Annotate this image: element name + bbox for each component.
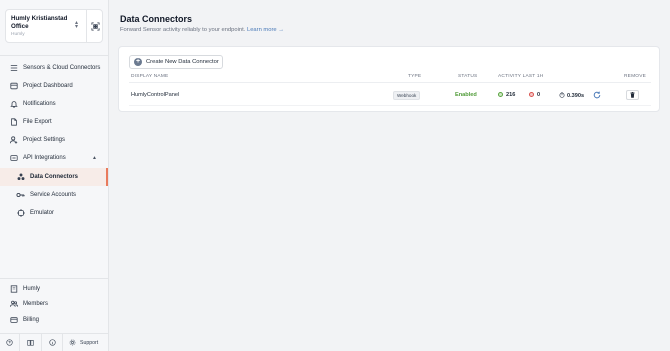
remove-button[interactable] xyxy=(626,90,639,100)
page-subtitle: Forward Sensor activity reliably to your… xyxy=(120,27,284,33)
sidebar-item-label: Emulator xyxy=(30,210,55,216)
sidebar-item-emulator[interactable]: Emulator xyxy=(0,204,108,222)
sensors-icon xyxy=(9,64,18,73)
sidebar-item-dashboard[interactable]: Project Dashboard xyxy=(0,77,108,95)
success-count: 216 xyxy=(506,92,516,98)
project-switcher[interactable]: Humly Kristianstad Office Humly xyxy=(6,10,84,42)
file-icon xyxy=(9,118,18,127)
trash-icon xyxy=(630,92,635,98)
dashboard-icon xyxy=(9,82,18,91)
sidebar-item-settings[interactable]: Project Settings xyxy=(0,131,108,149)
connectors-card: + Create New Data Connector DISPLAY NAME… xyxy=(118,46,660,112)
bell-icon xyxy=(9,100,18,109)
connector-name[interactable]: HumlyControlPanel xyxy=(131,92,179,98)
sidebar-item-label: Sensors & Cloud Connectors xyxy=(23,65,101,71)
error-count: 0 xyxy=(537,92,541,98)
sidebar-item-label: Project Dashboard xyxy=(23,83,73,89)
project-org: Humly xyxy=(11,32,25,37)
billing-icon xyxy=(9,316,18,325)
emulator-icon xyxy=(16,209,25,218)
key-icon xyxy=(16,191,25,200)
docs-button[interactable] xyxy=(20,334,42,351)
learn-more-link[interactable]: Learn more → xyxy=(247,27,284,33)
sidebar: Humly Kristianstad Office Humly ▴ ▾ Senso… xyxy=(0,0,109,351)
sidebar-item-notifications[interactable]: Notifications xyxy=(0,95,108,113)
plus-icon: + xyxy=(134,58,142,66)
sidebar-divider xyxy=(0,278,108,279)
project-selector[interactable]: Humly Kristianstad Office Humly ▴ ▾ xyxy=(5,9,103,43)
qr-scan-icon xyxy=(90,21,100,31)
activity-success: 216 xyxy=(498,92,515,98)
column-header-remove[interactable]: REMOVE xyxy=(624,74,646,79)
column-header-activity[interactable]: ACTIVITY LAST 1H xyxy=(498,74,543,79)
sidebar-item-label: API Integrations xyxy=(23,155,66,161)
table-header-divider xyxy=(129,82,651,83)
stopwatch-icon xyxy=(559,92,565,98)
table-row-divider xyxy=(129,105,651,106)
sidebar-footer: Support xyxy=(0,333,108,351)
gear-icon xyxy=(69,339,76,346)
latency-value: 0.390s xyxy=(567,93,585,99)
chevron-up-icon: ▲ xyxy=(92,155,97,161)
help-icon xyxy=(6,339,13,346)
column-header-type[interactable]: TYPE xyxy=(408,74,421,79)
status-badge: Enabled xyxy=(455,92,477,98)
sidebar-item-service-accounts[interactable]: Service Accounts xyxy=(0,186,108,204)
sidebar-item-label: Data Connectors xyxy=(30,174,79,180)
sidebar-item-api[interactable]: API Integrations ▲ xyxy=(0,149,108,167)
project-name: Humly Kristianstad Office xyxy=(11,15,68,30)
organization-icon xyxy=(9,285,18,294)
sidebar-item-label: Service Accounts xyxy=(30,192,77,198)
type-badge: Webhook xyxy=(393,91,421,100)
error-dot-icon xyxy=(529,92,534,97)
connectors-icon xyxy=(16,173,25,182)
sidebar-item-label: Notifications xyxy=(23,101,56,107)
sort-arrows-icon: ▴ ▾ xyxy=(75,20,79,30)
activity-latency: 0.390s xyxy=(559,92,584,99)
sidebar-item-label: Humly xyxy=(23,286,41,292)
help-button[interactable] xyxy=(0,334,20,351)
sidebar-divider xyxy=(0,55,108,56)
sidebar-item-label: Billing xyxy=(23,317,40,323)
sidebar-item-label: Project Settings xyxy=(23,137,66,143)
subtitle-text: Forward Sensor activity reliably to your… xyxy=(120,27,246,33)
support-label: Support xyxy=(80,339,99,346)
success-dot-icon xyxy=(498,92,503,97)
book-icon xyxy=(27,340,34,346)
sidebar-item-data-connectors[interactable]: Data Connectors xyxy=(0,168,108,186)
user-settings-icon xyxy=(9,136,18,145)
sidebar-item-billing[interactable]: Billing xyxy=(0,311,108,329)
page-title: Data Connectors xyxy=(120,14,193,24)
info-button[interactable] xyxy=(42,334,63,351)
sidebar-item-sensors[interactable]: Sensors & Cloud Connectors xyxy=(0,59,108,77)
qr-scan-button[interactable] xyxy=(86,10,103,42)
sidebar-item-label: File Export xyxy=(23,119,52,125)
sidebar-item-label: Members xyxy=(23,301,49,307)
sidebar-item-export[interactable]: File Export xyxy=(0,113,108,131)
refresh-icon xyxy=(593,91,601,99)
column-header-display-name[interactable]: DISPLAY NAME xyxy=(131,74,168,79)
support-button[interactable]: Support xyxy=(63,339,98,346)
refresh-button[interactable] xyxy=(593,91,601,101)
column-header-status[interactable]: STATUS xyxy=(458,74,477,79)
api-icon xyxy=(9,154,18,163)
members-icon xyxy=(9,300,18,309)
activity-errors: 0 xyxy=(529,92,540,98)
info-icon xyxy=(48,339,56,346)
create-connector-button[interactable]: + Create New Data Connector xyxy=(129,55,223,69)
create-connector-label: Create New Data Connector xyxy=(146,59,219,65)
